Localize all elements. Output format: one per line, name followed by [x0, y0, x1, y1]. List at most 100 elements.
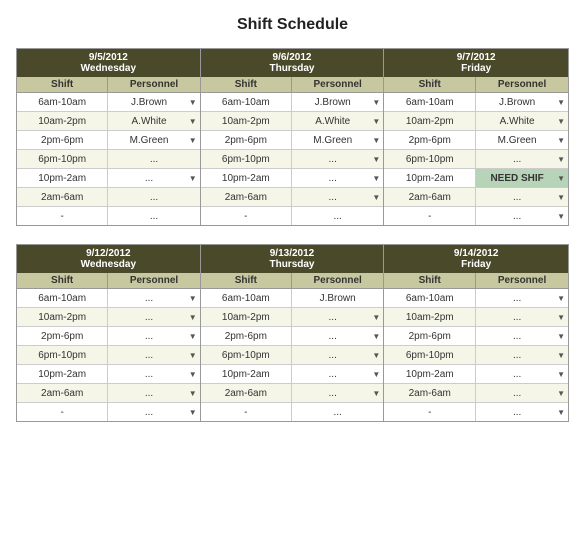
- dropdown-arrow-icon[interactable]: ▼: [189, 117, 197, 126]
- dropdown-arrow-icon[interactable]: ▼: [557, 174, 565, 183]
- dropdown-arrow-icon[interactable]: ▼: [189, 389, 197, 398]
- personnel-cell[interactable]: ...▼: [108, 327, 199, 345]
- personnel-cell[interactable]: ...▼: [292, 308, 383, 326]
- personnel-cell[interactable]: ...▼: [476, 207, 568, 225]
- personnel-cell[interactable]: ...▼: [476, 308, 568, 326]
- dropdown-arrow-icon[interactable]: ▼: [557, 136, 565, 145]
- personnel-cell[interactable]: ...▼: [476, 150, 568, 168]
- personnel-cell[interactable]: ...▼: [108, 403, 199, 421]
- dropdown-arrow-icon[interactable]: ▼: [372, 174, 380, 183]
- dropdown-arrow-icon[interactable]: ▼: [557, 408, 565, 417]
- personnel-cell[interactable]: ...▼: [108, 365, 199, 383]
- personnel-cell[interactable]: J.Brown▼: [476, 93, 568, 111]
- dropdown-arrow-icon[interactable]: ▼: [557, 212, 565, 221]
- table-row: 10pm-2amNEED SHIF▼: [384, 169, 568, 188]
- personnel-cell[interactable]: ...▼: [292, 346, 383, 364]
- personnel-cell[interactable]: J.Brown▼: [292, 93, 383, 111]
- personnel-name: ...: [111, 388, 186, 399]
- table-row: -...: [17, 207, 200, 226]
- dropdown-arrow-icon[interactable]: ▼: [189, 174, 197, 183]
- dropdown-arrow-icon[interactable]: ▼: [189, 351, 197, 360]
- dropdown-arrow-icon[interactable]: ▼: [372, 136, 380, 145]
- personnel-cell[interactable]: ...▼: [476, 346, 568, 364]
- dropdown-arrow-icon[interactable]: ▼: [372, 332, 380, 341]
- personnel-cell[interactable]: ...▼: [292, 327, 383, 345]
- shift-time-cell: 2pm-6pm: [17, 327, 108, 345]
- personnel-name: ...: [479, 211, 555, 222]
- dropdown-arrow-icon[interactable]: ▼: [372, 98, 380, 107]
- dropdown-arrow-icon[interactable]: ▼: [372, 117, 380, 126]
- schedule-grid-0: 9/5/2012WednesdayShiftPersonnel6am-10amJ…: [16, 48, 569, 226]
- dropdown-arrow-icon[interactable]: ▼: [557, 98, 565, 107]
- dropdown-arrow-icon[interactable]: ▼: [189, 408, 197, 417]
- personnel-name: ...: [295, 192, 370, 203]
- personnel-cell[interactable]: J.Brown▼: [108, 93, 199, 111]
- day-header-0-2: 9/7/2012Friday: [384, 49, 568, 77]
- dropdown-arrow-icon[interactable]: ▼: [189, 136, 197, 145]
- shift-time-cell: 2am-6am: [384, 188, 476, 206]
- dropdown-arrow-icon[interactable]: ▼: [372, 155, 380, 164]
- personnel-cell[interactable]: ...▼: [108, 289, 199, 307]
- personnel-name: J.Brown: [295, 97, 370, 108]
- day-date: 9/14/2012: [386, 248, 566, 259]
- dropdown-arrow-icon[interactable]: ▼: [372, 313, 380, 322]
- personnel-cell[interactable]: ...▼: [108, 308, 199, 326]
- personnel-cell[interactable]: M.Green▼: [292, 131, 383, 149]
- personnel-cell[interactable]: A.White▼: [476, 112, 568, 130]
- dropdown-arrow-icon[interactable]: ▼: [189, 370, 197, 379]
- dropdown-arrow-icon[interactable]: ▼: [372, 193, 380, 202]
- personnel-cell[interactable]: NEED SHIF▼: [476, 169, 568, 187]
- table-row: 2pm-6pmM.Green▼: [201, 131, 384, 150]
- dropdown-arrow-icon[interactable]: ▼: [557, 351, 565, 360]
- day-date: 9/12/2012: [19, 248, 198, 259]
- dropdown-arrow-icon[interactable]: ▼: [557, 155, 565, 164]
- dropdown-arrow-icon[interactable]: ▼: [557, 332, 565, 341]
- table-row: 6am-10amJ.Brown▼: [384, 93, 568, 112]
- dropdown-arrow-icon[interactable]: ▼: [557, 117, 565, 126]
- personnel-cell[interactable]: M.Green▼: [476, 131, 568, 149]
- dropdown-arrow-icon[interactable]: ▼: [189, 313, 197, 322]
- dropdown-arrow-icon[interactable]: ▼: [557, 294, 565, 303]
- personnel-cell[interactable]: A.White▼: [108, 112, 199, 130]
- personnel-cell[interactable]: ...▼: [476, 327, 568, 345]
- personnel-cell[interactable]: ...▼: [476, 289, 568, 307]
- personnel-cell[interactable]: ...▼: [292, 365, 383, 383]
- shift-col-header: Shift: [17, 77, 108, 92]
- dropdown-arrow-icon[interactable]: ▼: [372, 370, 380, 379]
- dropdown-arrow-icon[interactable]: ▼: [557, 193, 565, 202]
- personnel-cell[interactable]: ...▼: [476, 365, 568, 383]
- personnel-cell[interactable]: ...▼: [476, 384, 568, 402]
- dropdown-arrow-icon[interactable]: ▼: [557, 389, 565, 398]
- personnel-cell[interactable]: M.Green▼: [108, 131, 199, 149]
- schedule-section-1: 9/12/2012WednesdayShiftPersonnel6am-10am…: [16, 244, 569, 422]
- personnel-cell[interactable]: ...▼: [108, 384, 199, 402]
- dropdown-arrow-icon[interactable]: ▼: [372, 389, 380, 398]
- dropdown-arrow-icon[interactable]: ▼: [189, 98, 197, 107]
- table-row: 2pm-6pm...▼: [384, 327, 568, 346]
- personnel-cell[interactable]: ...▼: [292, 384, 383, 402]
- dropdown-arrow-icon[interactable]: ▼: [189, 294, 197, 303]
- personnel-name: ...: [111, 211, 196, 222]
- personnel-cell[interactable]: ...▼: [292, 150, 383, 168]
- personnel-cell[interactable]: ...▼: [108, 346, 199, 364]
- dropdown-arrow-icon[interactable]: ▼: [557, 313, 565, 322]
- personnel-cell[interactable]: ...▼: [292, 188, 383, 206]
- dropdown-arrow-icon[interactable]: ▼: [372, 351, 380, 360]
- dropdown-arrow-icon[interactable]: ▼: [557, 370, 565, 379]
- personnel-name: ...: [295, 350, 370, 361]
- table-row: -...▼: [384, 207, 568, 226]
- day-weekday: Wednesday: [19, 63, 198, 74]
- shift-time-cell: -: [384, 207, 476, 225]
- dropdown-arrow-icon[interactable]: ▼: [189, 332, 197, 341]
- table-row: 6am-10amJ.Brown▼: [17, 93, 200, 112]
- personnel-cell[interactable]: ...▼: [476, 188, 568, 206]
- table-row: 6pm-10pm...▼: [384, 150, 568, 169]
- shift-time-cell: 2am-6am: [384, 384, 476, 402]
- personnel-name: ...: [295, 211, 380, 222]
- personnel-cell[interactable]: ...▼: [476, 403, 568, 421]
- shift-time-cell: 10am-2pm: [201, 308, 292, 326]
- personnel-cell[interactable]: A.White▼: [292, 112, 383, 130]
- personnel-cell[interactable]: ...▼: [108, 169, 199, 187]
- personnel-cell[interactable]: ...▼: [292, 169, 383, 187]
- table-row: 10pm-2am...▼: [17, 365, 200, 384]
